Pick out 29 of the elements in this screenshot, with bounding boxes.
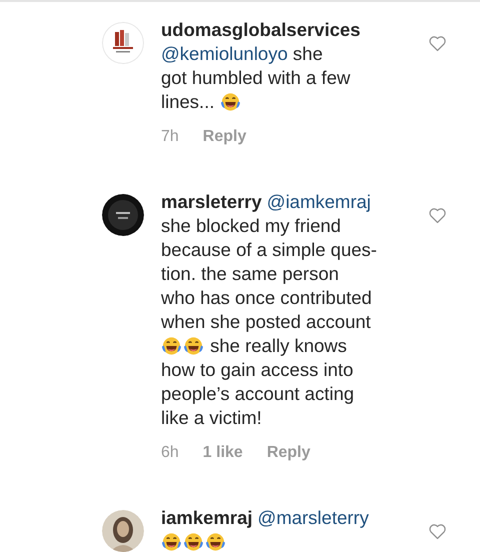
username[interactable]: marsleterry <box>161 190 262 214</box>
laughing-emoji-icon <box>161 336 182 356</box>
laughing-emoji-icon <box>220 92 241 112</box>
comment-time: 6h <box>161 444 179 462</box>
comment-text: because of a simple ques- <box>161 238 377 262</box>
comment-text: people’s account acting <box>161 382 354 406</box>
comment-text: she really knows <box>209 334 347 358</box>
laughing-emoji-icon <box>161 532 182 552</box>
comment-text: like a victim! <box>161 406 262 430</box>
username[interactable]: iamkemraj <box>161 506 253 530</box>
comment-text: got humbled with a few <box>161 66 350 90</box>
heart-icon[interactable] <box>428 35 447 52</box>
comment-text: she <box>292 42 323 66</box>
comment-text: lines... <box>161 90 216 114</box>
comment-time: 7h <box>161 128 179 146</box>
laughing-emoji-icon <box>183 336 204 356</box>
mention-link[interactable]: @iamkemraj <box>266 190 371 214</box>
laughing-emoji-icon <box>205 532 226 552</box>
comment-text: when she posted account <box>161 310 371 334</box>
mention-link[interactable]: @marsleterry <box>258 506 369 530</box>
heart-icon[interactable] <box>428 207 447 224</box>
mention-link[interactable]: @kemiolunloyo <box>161 42 288 66</box>
comment-text: who has once contributed <box>161 286 372 310</box>
comment-text: how to gain access into <box>161 358 354 382</box>
comment-text: she blocked my friend <box>161 214 341 238</box>
comment-text: tion. the same person <box>161 262 339 286</box>
username[interactable]: udomasglobalservices <box>161 18 360 42</box>
laughing-emoji-icon <box>183 532 204 552</box>
heart-icon[interactable] <box>428 523 447 540</box>
